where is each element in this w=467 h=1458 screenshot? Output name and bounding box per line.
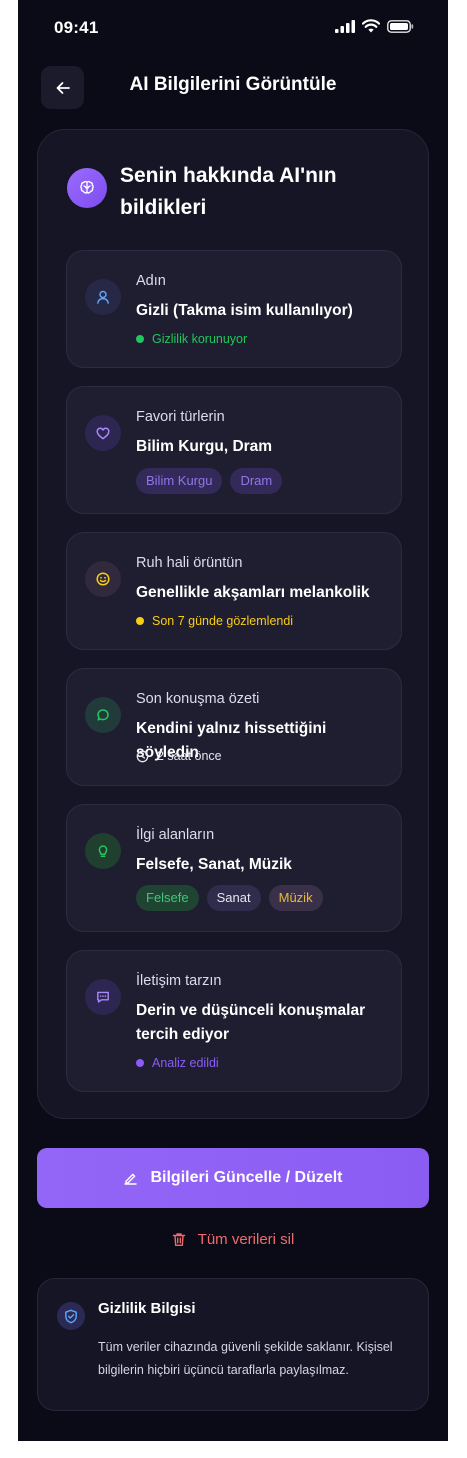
arrow-left-icon [56,81,70,94]
smile-icon-badge [85,561,121,597]
wifi-icon [362,19,380,33]
back-button[interactable] [41,66,84,109]
user-icon-badge [85,279,121,315]
lightbulb-icon-badge [85,833,121,869]
message-dots-icon-badge [85,979,121,1015]
info-meta-text: Gizlilik korunuyor [152,332,248,346]
shield-icon-badge [57,1302,85,1330]
info-value: Derin ve düşünceli konuşmalar tercih edi… [136,1002,366,1043]
info-meta: 2 saat önce [136,749,222,763]
info-meta: Gizlilik korunuyor [136,332,247,346]
pencil-icon [124,1173,138,1185]
info-card-genres[interactable]: Favori türlerin Bilim Kurgu, Dram Bilim … [66,386,402,514]
chip-felsefe[interactable]: Felsefe [136,885,199,911]
info-value: Gizli (Takma isim kullanılıyor) [136,302,353,319]
status-dot [136,335,144,343]
chat-icon-badge [85,697,121,733]
battery-icon [387,19,414,33]
shield-check-icon [65,1309,77,1323]
chip-bilim-kurgu[interactable]: Bilim Kurgu [136,468,223,494]
heart-icon [96,427,110,440]
delete-all-data-button[interactable]: Tüm verileri sil [18,1228,448,1250]
message-dots-icon [97,991,109,1003]
info-meta: Son 7 günde gözlemlendi [136,614,293,628]
info-card-interests[interactable]: İlgi alanların Felsefe, Sanat, Müzik Fel… [66,804,402,932]
info-value: Bilim Kurgu, Dram [136,438,273,455]
info-meta: Analiz edildi [136,1056,219,1070]
brain-badge [67,168,107,208]
info-meta-text: Son 7 günde gözlemlendi [152,614,294,628]
privacy-text: Tüm veriler cihazında güvenli şekilde sa… [98,1340,393,1377]
info-value: Genellikle akşamları melankolik [136,584,370,601]
card-title: Senin hakkında AI'nın bildikleri [120,164,337,219]
brain-icon [80,180,94,194]
phone-screen: 09:41 AI Bilgilerini Görüntüle Senin hak… [18,0,448,1441]
chip-list: Felsefe Sanat Müzik [136,885,323,911]
info-label: İlgi alanların [136,827,215,843]
info-label: Adın [136,273,166,289]
info-label: İletişim tarzın [136,973,222,989]
info-card-last-conversation[interactable]: Son konuşma özeti Kendini yalnız hissett… [66,668,402,786]
chip-sanat[interactable]: Sanat [206,885,261,911]
info-label: Favori türlerin [136,409,225,425]
update-info-label: Bilgileri Güncelle / Düzelt [150,1169,343,1186]
chip-list: Bilim Kurgu Dram [136,468,283,494]
page-title: AI Bilgilerini Görüntüle [129,74,337,95]
heart-icon-badge [85,415,121,451]
privacy-title: Gizlilik Bilgisi [98,1300,196,1317]
status-time: 09:41 [54,18,99,37]
chip-dram[interactable]: Dram [230,468,283,494]
smile-icon [96,572,110,586]
info-card-communication-style[interactable]: İletişim tarzın Derin ve düşünceli konuş… [66,950,402,1092]
status-icons [335,19,414,33]
trash-icon [172,1232,185,1246]
user-icon [97,290,109,304]
info-meta-text: Analiz edildi [152,1056,219,1070]
info-label: Ruh hali örüntün [136,555,243,571]
info-card-name[interactable]: Adın Gizli (Takma isim kullanılıyor) Giz… [66,250,402,368]
chat-icon [97,709,109,721]
status-dot [136,617,144,625]
privacy-info-card: Gizlilik Bilgisi Tüm veriler cihazında g… [37,1278,429,1411]
chip-muzik[interactable]: Müzik [268,885,323,911]
cellular-signal-icon [335,19,355,33]
ai-knowledge-card: Senin hakkında AI'nın bildikleri Adın Gi… [37,129,429,1119]
clock-icon [136,750,149,762]
delete-all-data-label: Tüm verileri sil [197,1230,295,1248]
info-meta-text: 2 saat önce [157,749,222,763]
info-card-mood[interactable]: Ruh hali örüntün Genellikle akşamları me… [66,532,402,650]
info-value: Felsefe, Sanat, Müzik [136,856,292,873]
update-info-button[interactable]: Bilgileri Güncelle / Düzelt [37,1148,429,1208]
info-label: Son konuşma özeti [136,691,260,707]
lightbulb-icon [98,845,108,857]
status-bar: 09:41 [18,0,448,56]
status-dot [136,1059,144,1067]
